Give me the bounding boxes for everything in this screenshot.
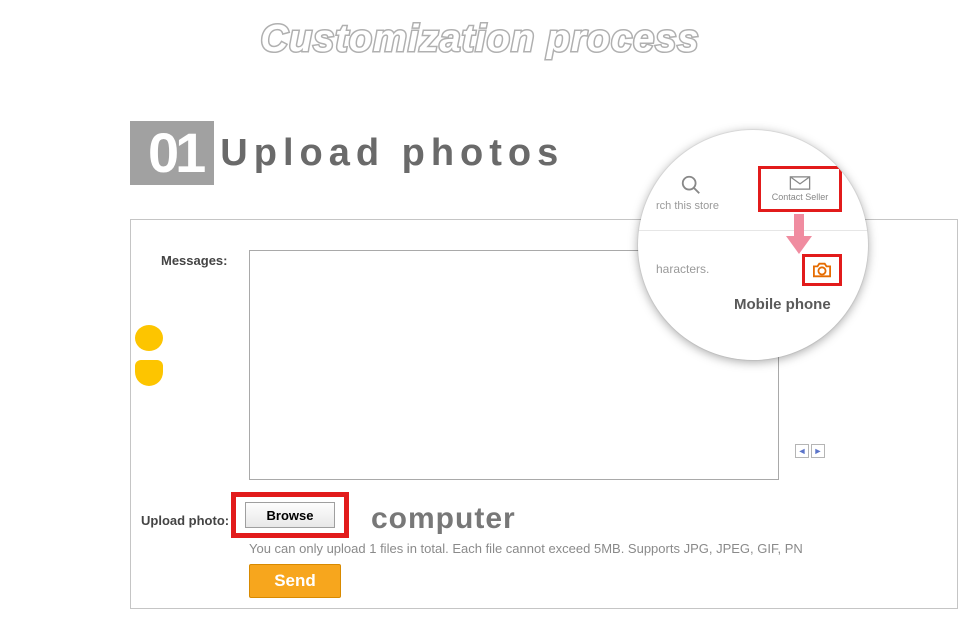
emoji-pager: ◄ ► [795,444,825,458]
browse-button[interactable]: Browse [245,502,335,528]
camera-highlight [802,254,842,286]
search-icon [680,174,702,196]
upload-hint: You can only upload 1 files in total. Ea… [249,541,803,556]
browse-highlight: Browse [231,492,349,538]
arrow-icon [794,214,804,238]
mobile-instruction-bubble: rch this store Contact Seller haracters.… [638,130,868,360]
arrow-icon [786,236,812,254]
pager-next-button[interactable]: ► [811,444,825,458]
envelope-icon [789,176,811,190]
divider [638,230,868,231]
messages-label: Messages: [161,253,227,268]
contact-seller-label: Contact Seller [772,192,829,202]
computer-callout: computer [371,502,516,536]
step-title: Upload photos [220,132,564,175]
characters-fragment: haracters. [656,262,709,276]
mobile-phone-callout: Mobile phone [734,296,831,313]
upload-photo-label: Upload photo: [141,513,229,528]
step-number-badge: 01 [130,121,214,185]
emoji-icon[interactable] [135,360,163,386]
contact-seller-highlight: Contact Seller [758,166,842,212]
pager-prev-button[interactable]: ◄ [795,444,809,458]
search-placeholder-fragment: rch this store [656,200,719,212]
camera-icon [811,261,833,279]
send-button[interactable]: Send [249,564,341,598]
emoji-icon[interactable] [135,325,163,351]
page-title: Customization process [0,0,960,61]
